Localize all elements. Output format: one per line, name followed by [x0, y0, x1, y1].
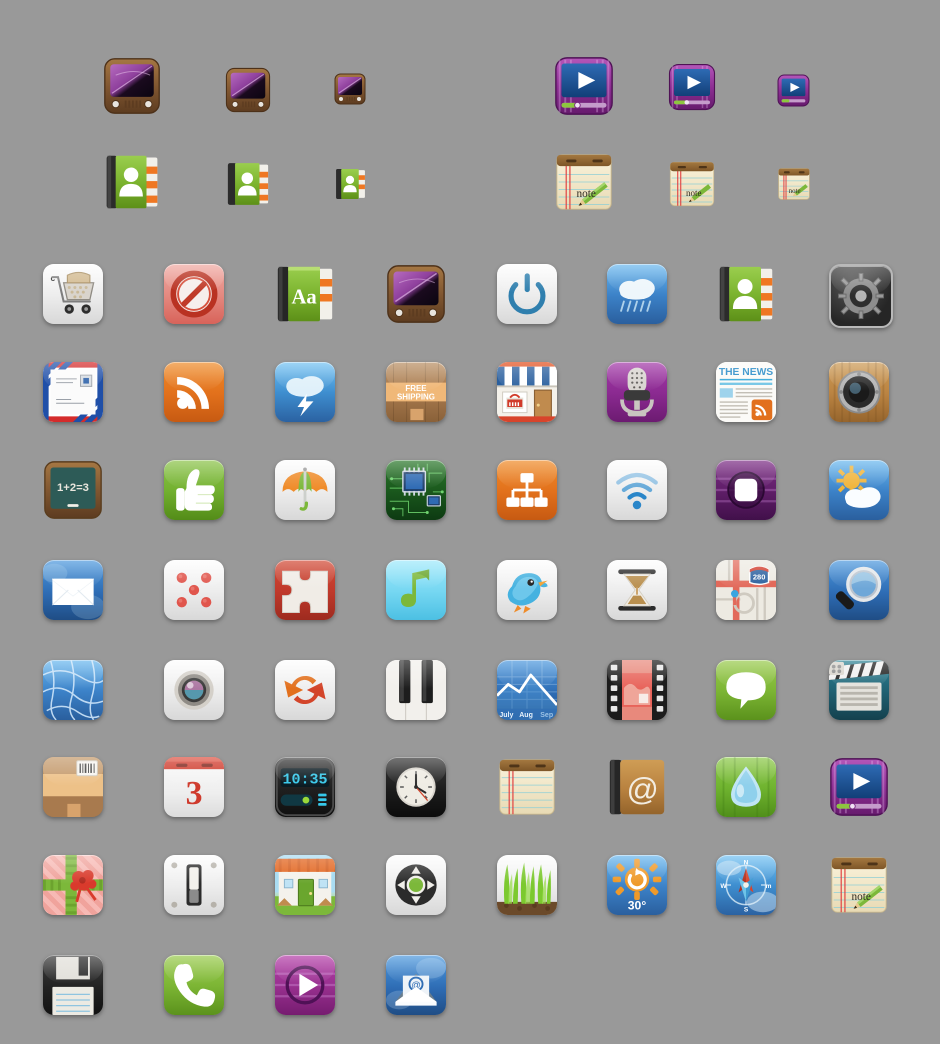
digital-clock-icon[interactable]: 10:35: [275, 757, 335, 817]
compass-icon[interactable]: N S m W: [716, 855, 776, 915]
circuit-board-icon[interactable]: [386, 460, 446, 520]
stocks-tick-1: Aug: [519, 712, 533, 719]
hourglass-icon[interactable]: [607, 560, 667, 620]
package-box-icon[interactable]: [43, 757, 103, 817]
thumbs-up-icon[interactable]: [164, 460, 224, 520]
power-button-icon[interactable]: [497, 264, 557, 324]
toggle-switch-icon[interactable]: [164, 855, 224, 915]
svg-text:SHIPPING: SHIPPING: [397, 393, 435, 402]
notepad-icon[interactable]: note: [554, 152, 614, 212]
stocks-tick-2: Sep: [540, 712, 553, 719]
address-book-icon[interactable]: [334, 167, 367, 201]
digital-time: 10:35: [282, 771, 327, 788]
phone-icon[interactable]: [164, 955, 224, 1015]
open-mail-icon[interactable]: @: [386, 955, 446, 1015]
chat-bubble-icon[interactable]: [716, 660, 776, 720]
notepad-icon[interactable]: note: [777, 167, 811, 201]
address-book-icon[interactable]: [225, 160, 271, 208]
dictionary-label: Aa: [291, 286, 316, 308]
chalkboard-equation: 1+2=3: [57, 482, 89, 494]
rain-cloud-icon[interactable]: [607, 264, 667, 324]
dictionary-icon[interactable]: Aa: [275, 264, 335, 324]
mail-envelope-icon[interactable]: [43, 560, 103, 620]
play-button-icon[interactable]: [275, 955, 335, 1015]
umbrella-icon[interactable]: [275, 460, 335, 520]
video-player-icon[interactable]: [668, 63, 716, 111]
partly-cloudy-icon[interactable]: [829, 460, 889, 520]
video-player-icon[interactable]: [777, 74, 810, 107]
retro-tv-icon[interactable]: [386, 264, 446, 324]
film-strip-icon[interactable]: [607, 660, 667, 720]
clapperboard-icon[interactable]: [829, 660, 889, 720]
settings-gear-icon[interactable]: [829, 264, 893, 328]
shopping-cart-icon[interactable]: c: [43, 264, 103, 324]
camera-icon[interactable]: [164, 660, 224, 720]
compass-west: W: [720, 883, 727, 890]
icon-sheet: note note note c Aa FREE SHIPPING THE NE…: [0, 0, 940, 1044]
piano-keys-icon[interactable]: [386, 660, 446, 720]
sync-arrows-icon[interactable]: [275, 660, 335, 720]
newspaper-icon[interactable]: THE NEWS: [716, 362, 776, 422]
address-book-icon[interactable]: [103, 152, 161, 212]
note-label: note: [852, 891, 871, 903]
wifi-icon[interactable]: [607, 460, 667, 520]
chalkboard-icon[interactable]: 1+2=3: [43, 460, 103, 520]
speaker-icon[interactable]: [829, 362, 889, 422]
storefront-icon[interactable]: [497, 362, 557, 422]
weather-sun-icon[interactable]: 30°: [607, 855, 667, 915]
free-shipping-box-icon[interactable]: FREE SHIPPING: [386, 362, 446, 422]
temperature-label: 30°: [628, 898, 647, 912]
grass-icon[interactable]: [497, 855, 557, 915]
search-magnifier-icon[interactable]: [829, 560, 889, 620]
retro-tv-icon[interactable]: [334, 73, 366, 105]
microphone-icon[interactable]: [607, 362, 667, 422]
retro-tv-icon[interactable]: [225, 67, 271, 113]
camera-lens-icon[interactable]: [716, 460, 776, 520]
water-drop-icon[interactable]: [716, 757, 776, 817]
stocks-tick-0: July: [499, 712, 513, 719]
highway-number: 280: [753, 573, 766, 582]
at-sign-book-icon[interactable]: @: [607, 757, 667, 817]
calendar-day: 3: [186, 775, 203, 812]
note-pencil-icon[interactable]: note: [829, 855, 889, 915]
newspaper-title: THE NEWS: [719, 367, 773, 378]
lined-notepad-icon[interactable]: [497, 757, 557, 817]
at-symbol: @: [626, 771, 658, 807]
puzzle-piece-icon[interactable]: [275, 560, 335, 620]
safari-web-icon[interactable]: [43, 660, 103, 720]
shop-building-icon[interactable]: [275, 855, 335, 915]
blocked-icon[interactable]: [164, 264, 224, 324]
svg-text:note: note: [577, 188, 596, 200]
svg-text:note: note: [789, 188, 801, 195]
dpad-controller-icon[interactable]: [386, 855, 446, 915]
notepad-icon[interactable]: note: [668, 160, 716, 208]
svg-text:note: note: [686, 188, 702, 198]
stocks-chart-icon[interactable]: July Aug Sep: [497, 660, 557, 720]
twitter-bird-icon[interactable]: [497, 560, 557, 620]
compass-north: N: [744, 859, 749, 866]
maps-icon[interactable]: 280: [716, 560, 776, 620]
floppy-disk-icon[interactable]: [43, 955, 103, 1015]
compass-east: m: [766, 883, 772, 890]
video-player-icon[interactable]: [554, 56, 614, 116]
analog-clock-icon[interactable]: [386, 757, 446, 817]
video-player-icon[interactable]: [829, 757, 889, 817]
dice-icon[interactable]: [164, 560, 224, 620]
gift-box-icon[interactable]: [43, 855, 103, 915]
music-note-icon[interactable]: [386, 560, 446, 620]
address-book-icon[interactable]: [716, 264, 776, 324]
rss-feed-icon[interactable]: [164, 362, 224, 422]
network-icon[interactable]: [497, 460, 557, 520]
compass-south: S: [744, 906, 749, 913]
thunderstorm-icon[interactable]: [275, 362, 335, 422]
airmail-envelope-icon[interactable]: [43, 362, 103, 422]
retro-tv-icon[interactable]: [103, 57, 161, 115]
calendar-icon[interactable]: 3: [164, 757, 224, 817]
